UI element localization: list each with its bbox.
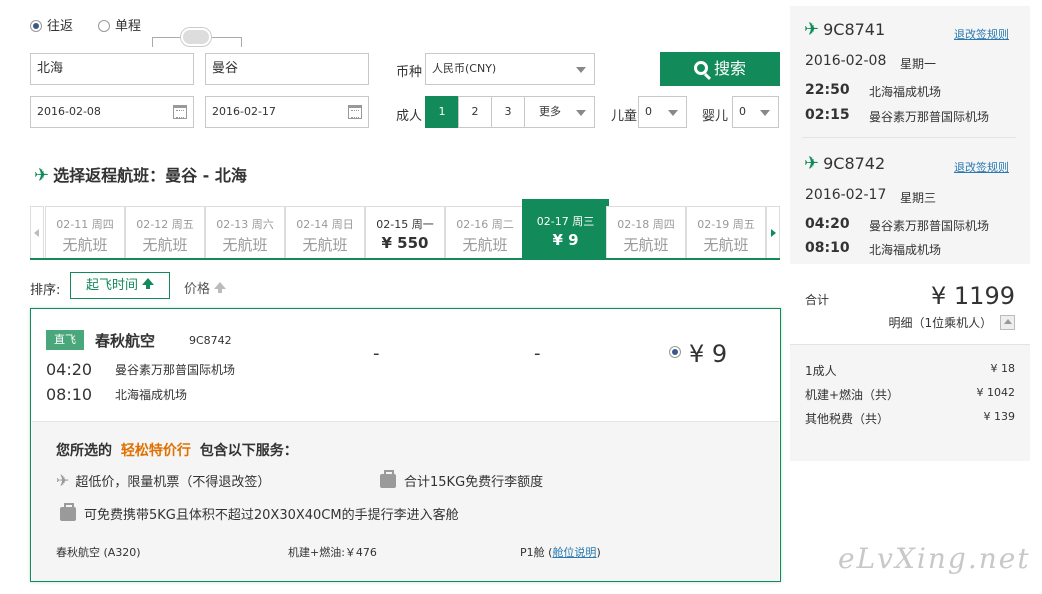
infant-label: 婴儿 xyxy=(702,109,729,124)
watermark: eLvXing.net xyxy=(838,542,1031,575)
return-date-input[interactable]: 2016-02-17 xyxy=(205,96,369,128)
flight-number: 9C8742 xyxy=(189,334,232,347)
fuel-tax: 机建+燃油:￥476 xyxy=(288,546,377,559)
refund-rules-link[interactable]: 退改签规则 xyxy=(954,26,1009,42)
arr-time: 08:10 xyxy=(46,385,93,404)
arrow-up-icon xyxy=(142,278,154,289)
adult-count-1[interactable]: 1 xyxy=(425,96,459,128)
currency-label: 币种 xyxy=(396,65,423,80)
airplane-icon: ✈ xyxy=(804,19,820,40)
chevron-down-icon xyxy=(760,110,770,116)
adult-more-select[interactable]: 更多 xyxy=(524,96,595,128)
leg1-arr-time: 02:15 xyxy=(805,107,850,123)
no-change-plane-icon: ✈ xyxy=(56,471,70,490)
chevron-down-icon xyxy=(576,67,586,73)
fare-tax-value: ¥ 139 xyxy=(983,410,1016,423)
collapse-icon xyxy=(1000,315,1015,330)
date-cell[interactable]: 02-12 周五 无航班 xyxy=(125,206,205,258)
carry-on-bag-icon xyxy=(60,503,76,521)
services-panel: 您所选的 轻松特价行 包含以下服务： ✈ 超低价，限量机票（不得退改签） 合计15… xyxy=(32,421,779,581)
total-price: ¥ 1199 xyxy=(931,282,1015,310)
flight-card: 直飞 春秋航空 9C8742 04:20 曼谷素万那普国际机场 08:10 北海… xyxy=(30,308,781,582)
leg2-arr-time: 08:10 xyxy=(805,240,850,256)
swap-cities-icon[interactable] xyxy=(150,28,244,48)
date-cell[interactable]: 02-19 周五 无航班 xyxy=(686,206,766,258)
fare-col-2: - xyxy=(534,343,541,364)
service-item: 可免费携带5KG且体积不超过20X30X40CM的手提行李进入客舱 xyxy=(60,503,459,523)
leg2-weekday: 星期三 xyxy=(900,191,937,205)
leg1-date: 2016-02-08 xyxy=(805,53,887,69)
fare-tax-label: 其他税费（共） xyxy=(805,412,890,426)
cabin-class: P1舱 (舱位说明) xyxy=(520,546,601,559)
leg2-flight-no: ✈ 9C8742 xyxy=(804,153,886,174)
dep-airport: 曼谷素万那普国际机场 xyxy=(115,363,236,377)
leg1-weekday: 星期一 xyxy=(900,57,937,71)
adult-label: 成人 xyxy=(396,109,423,124)
date-cell[interactable]: 02-16 周二 无航班 xyxy=(445,206,525,258)
adult-count-3[interactable]: 3 xyxy=(491,96,525,128)
date-selector: 02-11 周四 无航班 02-12 周五 无航班 02-13 周六 无航班 02-1… xyxy=(30,199,780,260)
service-item: ✈ 超低价，限量机票（不得退改签） xyxy=(56,471,271,490)
leg1-dep-time: 22:50 xyxy=(805,82,850,98)
cabin-info-link[interactable]: 舱位说明 xyxy=(552,546,596,559)
search-icon xyxy=(693,61,712,81)
date-cell[interactable]: 02-13 周六 无航班 xyxy=(205,206,285,258)
leg2-date: 2016-02-17 xyxy=(805,187,887,203)
sort-departure-button[interactable]: 起飞时间 xyxy=(70,272,170,299)
airplane-icon: ✈ xyxy=(804,153,820,174)
date-cell[interactable]: 02-18 周四 无航班 xyxy=(606,206,686,258)
date-cell[interactable]: 02-14 周日 无航班 xyxy=(285,206,365,258)
date-cell-selected[interactable]: 02-17 周三 ¥ 9 xyxy=(522,199,609,260)
fare-fuel-value: ¥ 1042 xyxy=(976,386,1016,399)
child-select[interactable]: 0 xyxy=(638,96,687,128)
price-detail-toggle[interactable]: 明细（1位乘机人） xyxy=(889,314,1015,331)
fare-adult-label: 1成人 xyxy=(805,364,837,378)
leg1-flight-no: ✈ 9C8741 xyxy=(804,19,886,40)
infant-select[interactable]: 0 xyxy=(732,96,779,128)
fare-radio[interactable]: ¥ 9 xyxy=(669,340,727,368)
from-city-input[interactable]: 北海 xyxy=(30,53,194,85)
chevron-down-icon xyxy=(576,110,586,116)
sort-price-button[interactable]: 价格 xyxy=(184,278,227,297)
section-title: ✈ 选择返程航班：曼谷 - 北海 xyxy=(34,165,247,186)
arrow-up-icon xyxy=(214,282,227,293)
search-button[interactable]: 搜索 xyxy=(660,52,780,86)
nonstop-tag: 直飞 xyxy=(46,330,84,350)
next-dates-arrow-icon[interactable] xyxy=(766,206,780,258)
roundtrip-radio[interactable]: 往返 xyxy=(30,15,73,34)
service-item: 合计15KG免费行李额度 xyxy=(380,470,543,490)
child-label: 儿童 xyxy=(611,109,638,124)
to-city-input[interactable]: 曼谷 xyxy=(205,53,369,85)
airplane-icon: ✈ xyxy=(34,165,50,186)
refund-rules-link[interactable]: 退改签规则 xyxy=(954,159,1009,175)
airline-name: 春秋航空 xyxy=(95,332,156,350)
currency-select[interactable]: 人民币(CNY) xyxy=(425,53,595,85)
fare-col-1: - xyxy=(373,343,380,364)
dep-time: 04:20 xyxy=(46,360,93,379)
prev-dates-arrow-icon[interactable] xyxy=(30,206,44,258)
leg2-dep-time: 04:20 xyxy=(805,216,850,232)
leg1-dep-airport: 北海福成机场 xyxy=(869,85,942,99)
total-label: 合计 xyxy=(805,293,830,307)
luggage-icon xyxy=(380,470,396,488)
leg2-arr-airport: 北海福成机场 xyxy=(869,243,942,257)
date-cell[interactable]: 02-15 周一 ¥ 550 xyxy=(365,206,445,258)
calendar-icon xyxy=(348,105,362,119)
chevron-down-icon xyxy=(668,110,678,116)
arr-airport: 北海福成机场 xyxy=(115,388,188,402)
date-cell[interactable]: 02-11 周四 无航班 xyxy=(45,206,125,258)
oneway-radio[interactable]: 单程 xyxy=(98,15,141,34)
leg2-dep-airport: 曼谷素万那普国际机场 xyxy=(869,219,990,233)
adult-count-2[interactable]: 2 xyxy=(458,96,492,128)
aircraft-type: 春秋航空 (A320) xyxy=(56,546,141,559)
depart-date-input[interactable]: 2016-02-08 xyxy=(30,96,194,128)
calendar-icon xyxy=(173,105,187,119)
fare-fuel-label: 机建+燃油（共） xyxy=(805,388,900,402)
services-intro: 您所选的 轻松特价行 包含以下服务： xyxy=(56,443,298,459)
sort-label: 排序: xyxy=(30,283,61,298)
leg1-arr-airport: 曼谷素万那普国际机场 xyxy=(869,110,990,124)
order-summary: ✈ 9C8741 退改签规则 2016-02-08 星期一 22:50 北海福成机… xyxy=(790,6,1030,461)
fare-adult-value: ¥ 18 xyxy=(990,362,1016,375)
